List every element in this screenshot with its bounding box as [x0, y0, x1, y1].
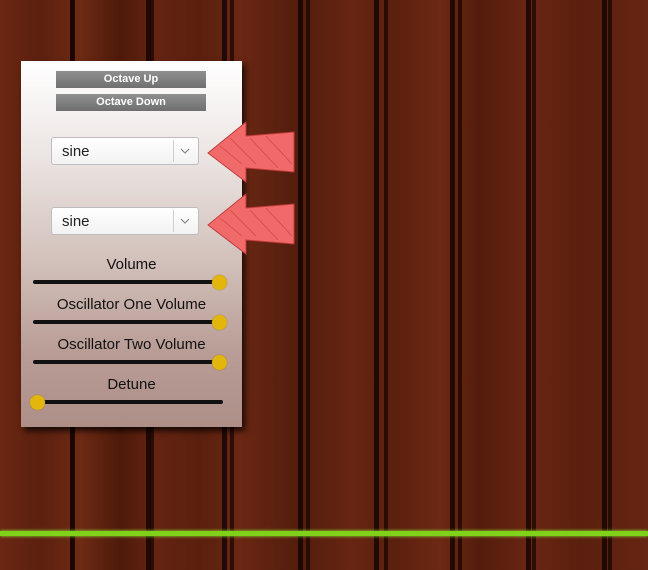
plank-seam [532, 0, 536, 570]
oscillator-two-volume-slider-thumb[interactable] [211, 355, 227, 370]
chevron-down-icon [180, 218, 190, 224]
oscillator-two-select[interactable]: sine [51, 207, 199, 235]
plank-seam [384, 0, 388, 570]
detune-slider-thumb[interactable] [29, 395, 45, 410]
arrow-left-icon [207, 120, 295, 184]
plank-seam [458, 0, 462, 570]
oscillator-one-value: sine [62, 143, 90, 160]
select-divider [173, 210, 174, 232]
volume-label: Volume [106, 256, 157, 273]
oscillator-two-volume-label: Oscillator Two Volume [57, 336, 206, 353]
oscillator-one-select[interactable]: sine [51, 137, 199, 165]
oscillator-one-volume-slider-track[interactable] [33, 320, 223, 324]
volume-slider-thumb[interactable] [211, 275, 227, 290]
detune-slider-track[interactable] [33, 400, 223, 404]
octave-down-button[interactable]: Octave Down [56, 94, 206, 111]
select-divider [173, 140, 174, 162]
volume-slider-track[interactable] [33, 280, 223, 284]
oscillator-one-volume-slider-thumb[interactable] [211, 315, 227, 330]
plank-seam [306, 0, 310, 570]
oscillator-two-volume-slider-track[interactable] [33, 360, 223, 364]
arrow-left-icon [207, 192, 295, 256]
oscillator-two-value: sine [62, 213, 90, 230]
octave-up-button[interactable]: Octave Up [56, 71, 206, 88]
oscillator-one-volume-label: Oscillator One Volume [56, 296, 207, 313]
chevron-down-icon [180, 148, 190, 154]
detune-label: Detune [107, 376, 156, 393]
floor-line [0, 531, 648, 536]
plank-seam [608, 0, 612, 570]
